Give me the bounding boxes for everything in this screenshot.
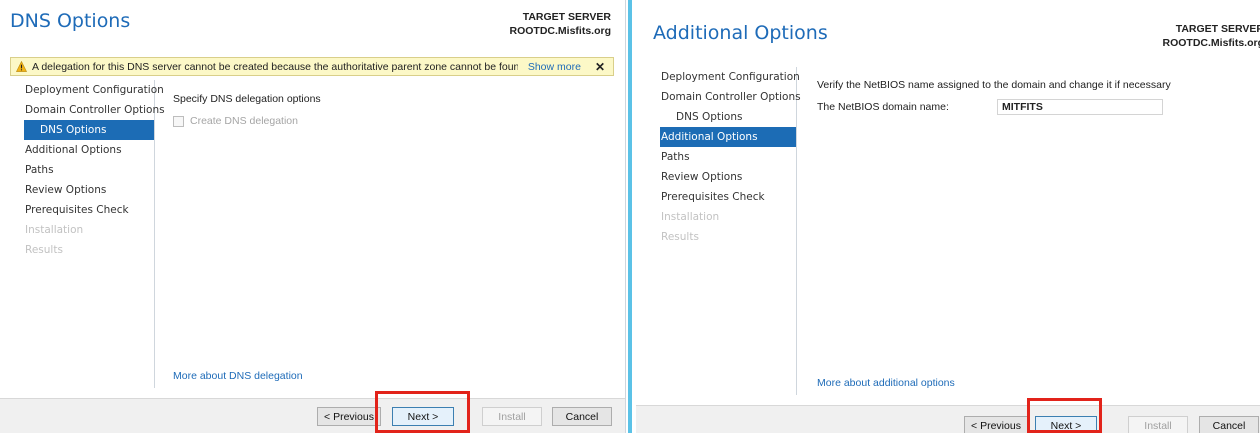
section-heading: Specify DNS delegation options [173, 93, 321, 105]
nav-item-results: Results [25, 244, 63, 256]
nav-item-prerequisites-check[interactable]: Prerequisites Check [24, 200, 154, 220]
previous-button[interactable]: < Previous [964, 416, 1028, 433]
additional-options-window: Additional Options TARGET SERVER ROOTDC.… [636, 0, 1260, 433]
next-button[interactable]: Next > [392, 407, 454, 426]
section-heading: Verify the NetBIOS name assigned to the … [817, 79, 1171, 91]
dns-content: Specify DNS delegation options Create DN… [173, 93, 321, 127]
close-icon[interactable]: ✕ [595, 60, 605, 74]
checkbox-label: Create DNS delegation [190, 115, 298, 127]
nav-item-paths[interactable]: Paths [660, 147, 796, 167]
page-title: DNS Options [10, 10, 131, 32]
nav-item-review-options[interactable]: Review Options [660, 167, 796, 187]
nav-item-additional-options[interactable]: Additional Options [24, 140, 154, 160]
nav-item-review-options[interactable]: Review Options [24, 180, 154, 200]
nav-item-prerequisites-check[interactable]: Prerequisites Check [660, 187, 796, 207]
nav-item-domain-controller-options[interactable]: Domain Controller Options [660, 87, 801, 107]
more-about-dns-delegation-link[interactable]: More about DNS delegation [173, 370, 303, 382]
target-server-label: TARGET SERVER [522, 11, 611, 23]
target-server: TARGET SERVER ROOTDC.Misfits.org [1163, 22, 1260, 50]
cancel-button[interactable]: Cancel [1199, 416, 1259, 433]
netbios-label: The NetBIOS domain name: [817, 101, 949, 113]
nav-item-additional-options[interactable]: Additional Options [660, 127, 796, 147]
button-bar: < Previous Next > Install Cancel [0, 398, 625, 433]
nav-item-results: Results [661, 231, 699, 243]
warning-text: A delegation for this DNS server cannot … [32, 60, 518, 73]
target-server: TARGET SERVER ROOTDC.Misfits.org [510, 10, 612, 38]
target-server-name: ROOTDC.Misfits.org [509, 25, 612, 37]
create-dns-delegation-checkbox: Create DNS delegation [173, 115, 321, 127]
warning-triangle-icon [16, 61, 27, 72]
window-divider [626, 0, 636, 433]
previous-button[interactable]: < Previous [317, 407, 381, 426]
nav-item-paths[interactable]: Paths [24, 160, 154, 180]
page-title: Additional Options [653, 22, 828, 44]
dns-options-window: DNS Options TARGET SERVER ROOTDC.Misfits… [0, 0, 626, 433]
wizard-nav: Deployment Configuration Domain Controll… [24, 80, 165, 388]
nav-item-installation: Installation [661, 211, 720, 223]
install-button: Install [1128, 416, 1188, 433]
checkbox-box [173, 115, 184, 127]
additional-content: Verify the NetBIOS name assigned to the … [817, 79, 1171, 115]
wizard-nav: Deployment Configuration Domain Controll… [660, 67, 801, 395]
cancel-button[interactable]: Cancel [552, 407, 612, 426]
target-server-label: TARGET SERVER [1175, 23, 1260, 35]
nav-item-deployment-configuration[interactable]: Deployment Configuration [660, 67, 800, 87]
nav-item-dns-options[interactable]: DNS Options [24, 120, 154, 140]
next-button[interactable]: Next > [1035, 416, 1097, 433]
button-bar: < Previous Next > Install Cancel [636, 405, 1260, 433]
netbios-name-input[interactable]: MITFITS [997, 99, 1163, 115]
more-about-additional-options-link[interactable]: More about additional options [817, 377, 955, 389]
install-button: Install [482, 407, 542, 426]
nav-item-deployment-configuration[interactable]: Deployment Configuration [24, 80, 164, 100]
nav-item-installation: Installation [25, 224, 84, 236]
nav-item-domain-controller-options[interactable]: Domain Controller Options [24, 100, 165, 120]
nav-item-dns-options[interactable]: DNS Options [660, 107, 796, 127]
warning-banner: A delegation for this DNS server cannot … [10, 57, 614, 76]
netbios-row: The NetBIOS domain name: MITFITS [817, 99, 1171, 115]
show-more-link[interactable]: Show more [528, 61, 581, 73]
target-server-name: ROOTDC.Misfits.org [1162, 37, 1260, 49]
